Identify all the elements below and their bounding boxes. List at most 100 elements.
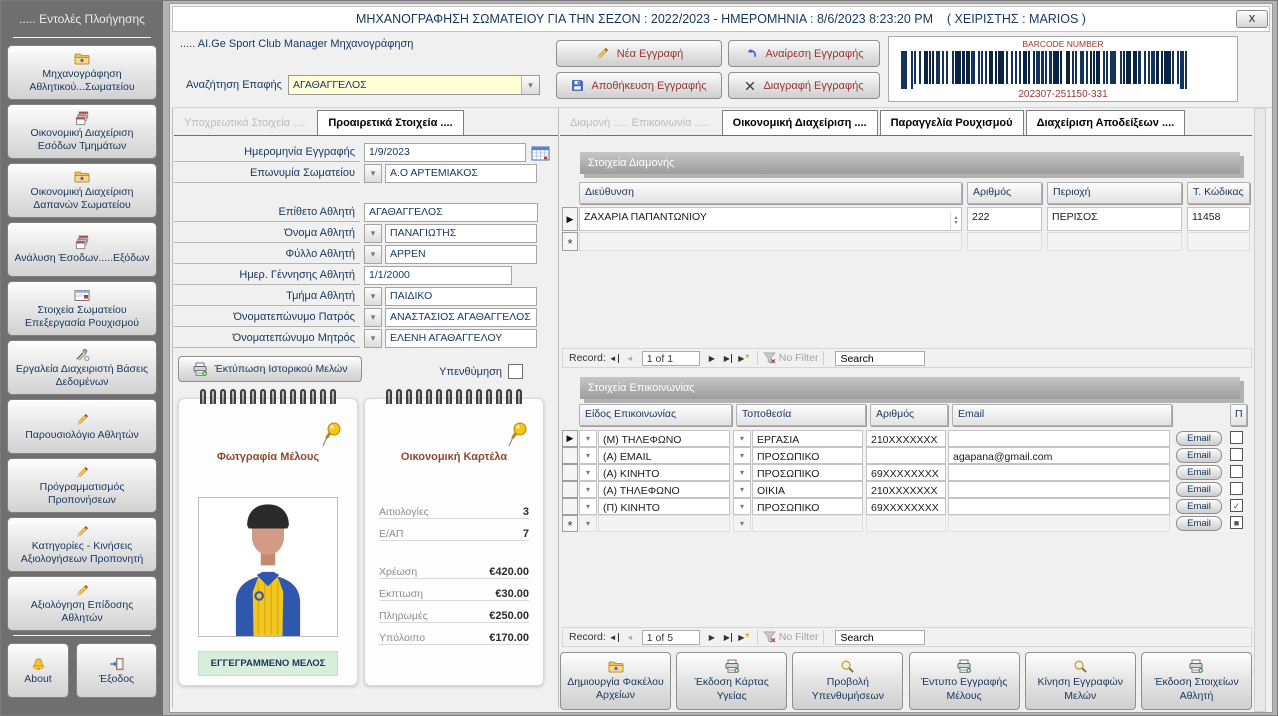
p-checkbox[interactable]: ■ [1230, 516, 1243, 529]
birth-date-field[interactable]: 1/1/2000 [364, 266, 512, 285]
send-email-button[interactable]: Email [1176, 465, 1222, 480]
email-cell[interactable] [948, 464, 1170, 481]
sidebar-item-athlete-performance[interactable]: Αξιολόγηση Επίδοσης Αθλητών [7, 576, 157, 631]
chevron-down-icon[interactable]: ▾ [579, 515, 597, 532]
tab-clothing-order[interactable]: Παραγγελία Ρουχισμού [879, 110, 1024, 135]
send-email-button[interactable]: Email [1176, 516, 1222, 531]
p-checkbox[interactable] [1230, 465, 1243, 478]
first-record-icon[interactable] [606, 633, 622, 642]
location-cell[interactable] [752, 515, 863, 532]
number-cell[interactable]: 69XXXXXXXX [866, 498, 946, 515]
sidebar-item-income-management[interactable]: Οικονομική Διαχείριση Εσόδων Τμημάτων [7, 104, 157, 159]
p-checkbox[interactable] [1230, 448, 1243, 461]
no-filter-button[interactable]: No Filter [762, 352, 818, 364]
chevron-down-icon[interactable]: ▾ [579, 464, 597, 481]
print-member-history-button[interactable]: Έκτύπωση Ιστορικού Μελών [178, 356, 362, 382]
send-email-button[interactable]: Email [1176, 499, 1222, 514]
chevron-down-icon[interactable]: ▾ [579, 498, 597, 515]
member-records-movement-button[interactable]: Κίνηση Εγγραφών Μελών [1024, 652, 1136, 710]
next-record-icon[interactable] [704, 354, 720, 363]
column-header-email[interactable]: Email [952, 404, 1172, 426]
record-selector[interactable] [562, 498, 578, 515]
column-header-number[interactable]: Αριθμός [967, 182, 1042, 204]
comm-type-cell[interactable]: (Α) EMAIL [598, 447, 730, 464]
record-selector[interactable] [562, 464, 578, 481]
tab-receipts-management[interactable]: Διαχείριση Αποδείξεων .... [1025, 110, 1186, 135]
sex-field[interactable]: ΑΡΡΕΝ [385, 245, 537, 264]
sidebar-item-expenses-management[interactable]: Οικονομική Διαχείριση Δαπανών Σωματείου [7, 163, 157, 218]
zip-cell[interactable]: 11458 [1187, 207, 1250, 231]
tab-stay-communication[interactable]: Διαμονή ..... Επικοινωνία ..... [560, 110, 720, 135]
email-cell[interactable]: agapana@gmail.com [948, 447, 1170, 464]
comm-type-cell[interactable]: (Π) ΚΙΝΗΤΟ [598, 498, 730, 515]
sidebar-item-training-schedule[interactable]: Πρόγραμματισμός Προπονήσεων [7, 458, 157, 513]
sidebar-item-admin-tools[interactable]: Εργαλεία Διαχειριστή Βάσεις Δεδομένων [7, 340, 157, 395]
no-filter-button[interactable]: No Filter [762, 631, 818, 643]
zip-cell-empty[interactable] [1187, 232, 1250, 251]
number-cell[interactable]: 69XXXXXXXX [866, 464, 946, 481]
p-checkbox[interactable] [1230, 431, 1243, 444]
sidebar-item-club-details-clothing[interactable]: Στοιχεία Σωματείου Επεξεργασία Ρουχισμού [7, 281, 157, 336]
about-button[interactable]: About [7, 643, 69, 698]
next-record-icon[interactable] [704, 633, 720, 642]
number-cell-empty[interactable] [967, 232, 1042, 251]
club-name-field[interactable]: Α.Ο ΑΡΤΕΜΙΑΚΟΣ [385, 164, 537, 183]
email-cell[interactable] [948, 430, 1170, 447]
view-reminders-button[interactable]: Προβολή Υπενθυμήσεων [792, 652, 904, 710]
column-header-number[interactable]: Αριθμός [870, 404, 948, 426]
new-record-selector[interactable] [562, 232, 578, 251]
search-input[interactable]: Search [835, 350, 926, 366]
record-selector[interactable] [562, 515, 578, 532]
calendar-icon[interactable] [531, 145, 550, 161]
father-name-field[interactable]: ΑΝΑΣΤΑΣΙΟΣ ΑΓΑΘΑΓΓΕΛΟΣ [385, 308, 537, 327]
column-header-address[interactable]: Διεύθυνση [579, 182, 962, 204]
search-contact-combo[interactable]: ΑΓΑΘΑΓΓΕΛΟΣ [288, 75, 540, 95]
new-record-button[interactable]: Νέα Εγγραφή [556, 40, 722, 67]
chevron-down-icon[interactable] [364, 164, 382, 183]
surname-field[interactable]: ΑΓΑΘΑΓΓΕΛΟΣ [364, 203, 538, 222]
chevron-down-icon[interactable]: ▾ [579, 430, 597, 447]
mother-name-field[interactable]: ΕΛΕΝΗ ΑΓΑΘΑΓΓΕΛΟΥ [385, 329, 537, 348]
comm-type-cell[interactable]: (Α) ΚΙΝΗΤΟ [598, 464, 730, 481]
first-name-field[interactable]: ΠΑΝΑΓΙΩΤΗΣ [385, 224, 537, 243]
undo-record-button[interactable]: Αναίρεση Εγγραφής [728, 40, 880, 67]
close-icon[interactable]: X [1236, 10, 1268, 28]
area-cell-empty[interactable] [1047, 232, 1182, 251]
record-selector[interactable] [562, 207, 578, 231]
sidebar-item-income-expense-analysis[interactable]: Ανάλυση Έσοδων.....Εξόδων [7, 222, 157, 277]
column-header-comm-type[interactable]: Είδος Επικοινωνίας [579, 404, 732, 426]
email-cell[interactable] [948, 498, 1170, 515]
chevron-down-icon[interactable] [364, 287, 382, 306]
column-header-location[interactable]: Τοποθεσία [736, 404, 866, 426]
send-email-button[interactable]: Email [1176, 431, 1222, 446]
tab-mandatory-details[interactable]: Υποχρεωτικά Στοιχεία .... [174, 110, 315, 135]
new-blank-record-icon[interactable] [736, 632, 752, 643]
sidebar-item-attendance[interactable]: Παρουσιολόγιο Αθλητών [7, 399, 157, 454]
spinner-icon[interactable] [950, 211, 961, 230]
record-position[interactable]: 1 of 1 [641, 350, 700, 366]
chevron-down-icon[interactable] [521, 76, 539, 94]
chevron-down-icon[interactable] [364, 329, 382, 348]
location-cell[interactable]: ΟΙΚΙΑ [752, 481, 863, 498]
reminder-checkbox[interactable] [508, 364, 523, 379]
column-header-p[interactable]: Π [1230, 404, 1247, 426]
record-position[interactable]: 1 of 5 [641, 629, 700, 645]
member-registration-form-button[interactable]: Έντυπο Εγγραφής Μέλους [908, 652, 1020, 710]
p-checkbox[interactable] [1230, 482, 1243, 495]
chevron-down-icon[interactable] [364, 245, 382, 264]
p-checkbox[interactable]: ✓ [1230, 499, 1243, 512]
previous-record-icon[interactable] [622, 633, 638, 642]
delete-record-button[interactable]: Διαγραφή Εγγραφής [728, 72, 880, 99]
chevron-down-icon[interactable]: ▾ [733, 498, 751, 515]
comm-type-cell[interactable]: (Μ) ΤΗΛΕΦΩΝΟ [598, 430, 730, 447]
chevron-down-icon[interactable]: ▾ [733, 430, 751, 447]
team-field[interactable]: ΠΑΙΔΙΚΟ [385, 287, 537, 306]
exit-button[interactable]: Έξοδος [76, 643, 157, 698]
email-cell[interactable] [948, 515, 1170, 532]
issue-athlete-details-button[interactable]: Έκδοση Στοιχείων Αθλητή [1140, 652, 1252, 710]
chevron-down-icon[interactable] [364, 224, 382, 243]
chevron-down-icon[interactable]: ▾ [733, 515, 751, 532]
email-cell[interactable] [948, 481, 1170, 498]
number-cell[interactable]: 210XXXXXXX [866, 430, 946, 447]
reg-date-field[interactable]: 1/9/2023 [364, 143, 526, 162]
